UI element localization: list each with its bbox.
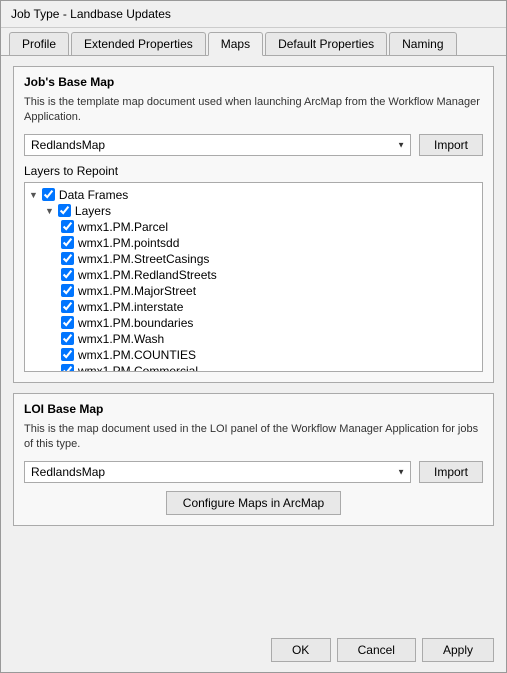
tab-default-properties[interactable]: Default Properties xyxy=(265,32,387,55)
tree-item-data-frames: ▼ Data Frames xyxy=(29,187,478,203)
tab-bar: Profile Extended Properties Maps Default… xyxy=(1,28,506,56)
tree-item-layer-6: wmx1.PM.boundaries xyxy=(61,315,478,331)
tree-item-layer-0: wmx1.PM.Parcel xyxy=(61,219,478,235)
tree-item-layer-2: wmx1.PM.StreetCasings xyxy=(61,251,478,267)
tree-item-layer-3: wmx1.PM.RedlandStreets xyxy=(61,267,478,283)
loi-base-map-desc: This is the map document used in the LOI… xyxy=(24,422,483,453)
window-title: Job Type - Landbase Updates xyxy=(11,7,171,21)
jobs-base-map-desc: This is the template map document used w… xyxy=(24,95,483,126)
checkbox-layer-8[interactable] xyxy=(61,348,74,361)
jobs-map-select-wrapper[interactable]: RedlandsMap xyxy=(24,134,411,156)
layers-tree[interactable]: ▼ Data Frames ▼ Layers wmx1.PM.Parcel xyxy=(24,182,483,372)
tree-item-layer-4: wmx1.PM.MajorStreet xyxy=(61,283,478,299)
tree-item-layer-8: wmx1.PM.COUNTIES xyxy=(61,347,478,363)
checkbox-layer-1[interactable] xyxy=(61,236,74,249)
main-content: Job's Base Map This is the template map … xyxy=(1,56,506,630)
bottom-buttons: OK Cancel Apply xyxy=(1,630,506,672)
main-window: Job Type - Landbase Updates Profile Exte… xyxy=(0,0,507,673)
checkbox-layer-7[interactable] xyxy=(61,332,74,345)
jobs-map-select-row: RedlandsMap Import xyxy=(24,134,483,156)
configure-btn-row: Configure Maps in ArcMap xyxy=(24,491,483,515)
checkbox-layers[interactable] xyxy=(58,204,71,217)
checkbox-layer-6[interactable] xyxy=(61,316,74,329)
checkbox-layer-3[interactable] xyxy=(61,268,74,281)
jobs-base-map-label: Job's Base Map xyxy=(24,75,483,89)
data-frames-label: Data Frames xyxy=(59,188,128,202)
tree-item-layer-5: wmx1.PM.interstate xyxy=(61,299,478,315)
layers-to-repoint-section: Layers to Repoint ▼ Data Frames ▼ Layers xyxy=(24,164,483,372)
ok-button[interactable]: OK xyxy=(271,638,331,662)
tree-item-layer-1: wmx1.PM.pointsdd xyxy=(61,235,478,251)
checkbox-layer-2[interactable] xyxy=(61,252,74,265)
checkbox-layer-9[interactable] xyxy=(61,364,74,372)
apply-button[interactable]: Apply xyxy=(422,638,494,662)
cancel-button[interactable]: Cancel xyxy=(337,638,416,662)
layers-label: Layers xyxy=(75,204,111,218)
expand-icon-layers[interactable]: ▼ xyxy=(45,206,54,216)
expand-icon-data-frames[interactable]: ▼ xyxy=(29,190,38,200)
tree-item-layer-7: wmx1.PM.Wash xyxy=(61,331,478,347)
loi-map-select[interactable]: RedlandsMap xyxy=(24,461,411,483)
jobs-base-map-section: Job's Base Map This is the template map … xyxy=(13,66,494,383)
checkbox-layer-5[interactable] xyxy=(61,300,74,313)
jobs-import-button[interactable]: Import xyxy=(419,134,483,156)
tab-maps[interactable]: Maps xyxy=(208,32,263,56)
configure-maps-button[interactable]: Configure Maps in ArcMap xyxy=(166,491,341,515)
tree-item-layers: ▼ Layers xyxy=(45,203,478,219)
layers-to-repoint-label: Layers to Repoint xyxy=(24,164,483,178)
jobs-map-select[interactable]: RedlandsMap xyxy=(24,134,411,156)
loi-map-select-wrapper[interactable]: RedlandsMap xyxy=(24,461,411,483)
loi-map-select-row: RedlandsMap Import xyxy=(24,461,483,483)
checkbox-layer-0[interactable] xyxy=(61,220,74,233)
tree-item-layer-9: wmx1.PM.Commercial xyxy=(61,363,478,372)
title-bar: Job Type - Landbase Updates xyxy=(1,1,506,28)
tab-profile[interactable]: Profile xyxy=(9,32,69,55)
loi-import-button[interactable]: Import xyxy=(419,461,483,483)
tab-naming[interactable]: Naming xyxy=(389,32,456,55)
tab-extended-properties[interactable]: Extended Properties xyxy=(71,32,206,55)
checkbox-layer-4[interactable] xyxy=(61,284,74,297)
checkbox-data-frames[interactable] xyxy=(42,188,55,201)
loi-base-map-section: LOI Base Map This is the map document us… xyxy=(13,393,494,526)
loi-base-map-label: LOI Base Map xyxy=(24,402,483,416)
